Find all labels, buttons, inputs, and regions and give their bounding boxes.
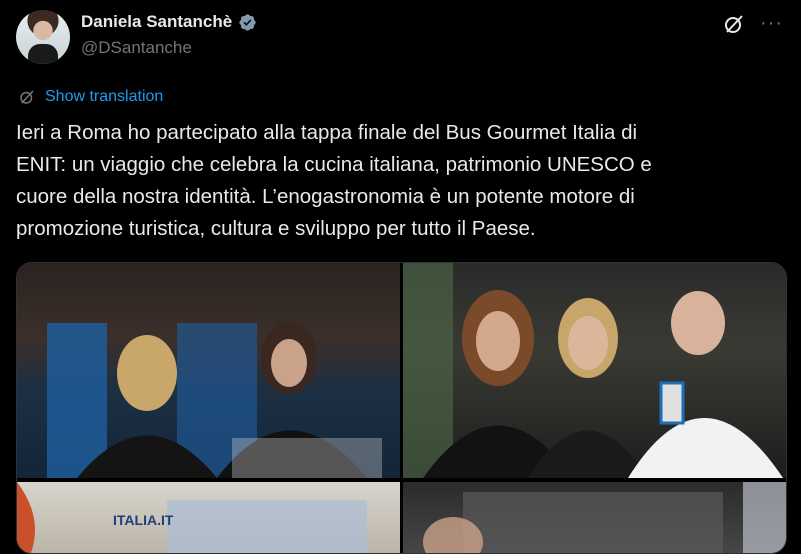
author-handle[interactable]: @DSantanche	[81, 38, 192, 58]
verified-badge-icon[interactable]	[238, 13, 257, 32]
photo-2-scene	[403, 263, 783, 478]
photo-3[interactable]: ITALIA.IT	[17, 482, 400, 553]
grok-icon[interactable]	[722, 12, 746, 36]
author-name[interactable]: Daniela Santanchè	[81, 12, 232, 32]
avatar-figure	[28, 44, 58, 64]
photo-3-scene	[17, 482, 367, 553]
media-grid[interactable]: ITALIA.IT	[16, 262, 787, 554]
avatar[interactable]	[16, 10, 70, 64]
photo-4[interactable]	[403, 482, 786, 553]
show-translation-label[interactable]: Show translation	[45, 88, 163, 106]
photo-3-sign: ITALIA.IT	[113, 512, 174, 528]
photo-1-scene	[47, 322, 382, 478]
photo-1[interactable]	[17, 263, 400, 478]
show-translation-link[interactable]: Show translation	[18, 88, 163, 106]
translate-icon	[20, 90, 34, 104]
more-icon[interactable]: ···	[760, 13, 783, 33]
photo-2[interactable]	[403, 263, 786, 478]
tweet-text: Ieri a Roma ho partecipato alla tappa fi…	[16, 121, 652, 240]
photo-4-scene	[423, 482, 786, 553]
author-name-row[interactable]: Daniela Santanchè	[81, 12, 257, 32]
